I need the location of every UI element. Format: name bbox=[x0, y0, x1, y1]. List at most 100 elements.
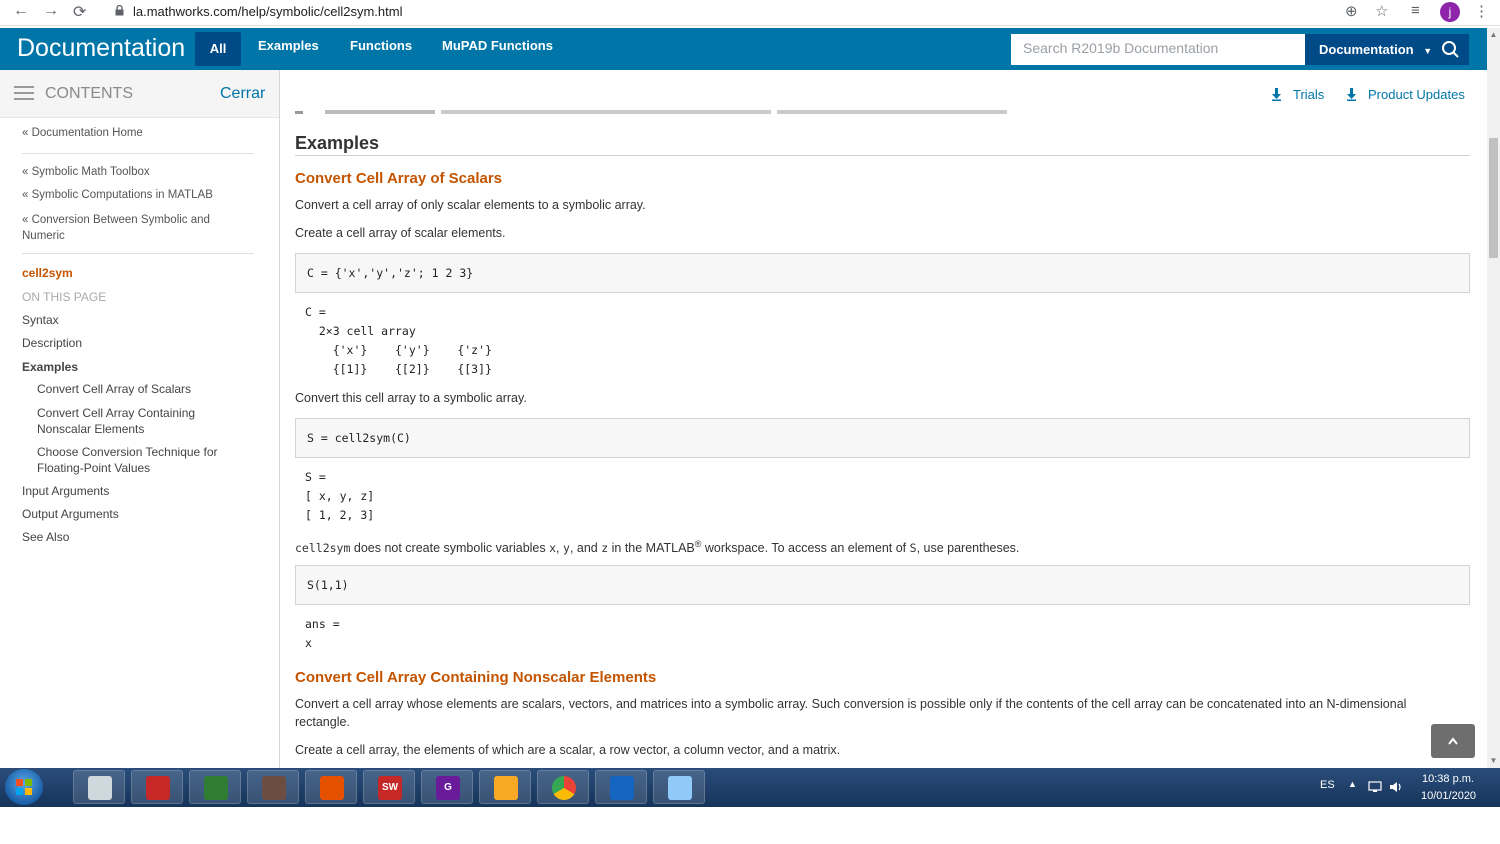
breadcrumb-symbolic-math-toolbox[interactable]: « Symbolic Math Toolbox bbox=[22, 166, 150, 178]
tab-examples[interactable]: Examples bbox=[258, 38, 319, 53]
page-scrollbar[interactable]: ▲ ▼ bbox=[1487, 28, 1500, 768]
on-this-page-label: ON THIS PAGE bbox=[22, 290, 107, 304]
documentation-brand[interactable]: Documentation bbox=[17, 34, 185, 63]
paragraph: Create a cell array of scalar elements. bbox=[295, 226, 506, 240]
inline-code: y bbox=[563, 541, 570, 556]
search-scope-dropdown[interactable]: Documentation ▼ bbox=[1305, 34, 1433, 65]
volume-icon[interactable] bbox=[1389, 781, 1403, 793]
scroll-down-icon[interactable]: ▼ bbox=[1489, 756, 1498, 765]
examples-heading: Examples bbox=[295, 133, 380, 153]
pdf-tool-icon: G bbox=[436, 776, 460, 800]
taskbar-app-matlab[interactable] bbox=[305, 770, 357, 804]
geogebra-icon bbox=[204, 776, 228, 800]
taskbar-app-chrome[interactable] bbox=[537, 770, 589, 804]
language-indicator[interactable]: ES bbox=[1320, 779, 1335, 791]
bookmark-star-icon[interactable]: ☆ bbox=[1375, 2, 1388, 20]
paint-tool-icon bbox=[262, 776, 286, 800]
forward-arrow-icon[interactable]: → bbox=[43, 2, 59, 20]
tab-all[interactable]: All bbox=[195, 32, 241, 66]
breadcrumb-symbolic-computations[interactable]: « Symbolic Computations in MATLAB bbox=[22, 189, 213, 201]
taskbar-app-autocad[interactable] bbox=[131, 770, 183, 804]
inline-text: , bbox=[556, 541, 563, 556]
hamburger-icon[interactable] bbox=[14, 86, 34, 100]
doc-header: Documentation All Examples Functions MuP… bbox=[0, 28, 1487, 70]
sidebar-item-examples[interactable]: Examples bbox=[22, 360, 78, 374]
tray-expand-icon[interactable]: ▲ bbox=[1348, 779, 1357, 789]
sidebar-item-syntax[interactable]: Syntax bbox=[22, 313, 59, 327]
inline-text: , use parentheses. bbox=[916, 541, 1020, 556]
autocad-icon bbox=[146, 776, 170, 800]
address-bar[interactable]: la.mathworks.com/help/symbolic/cell2sym.… bbox=[133, 4, 402, 19]
chevron-up-icon bbox=[1448, 737, 1458, 745]
section-title-scalars[interactable]: Convert Cell Array of Scalars bbox=[295, 170, 502, 187]
sidebar-item-input-arguments[interactable]: Input Arguments bbox=[22, 484, 109, 498]
tab-functions[interactable]: Functions bbox=[350, 38, 412, 53]
inline-code: x bbox=[549, 541, 557, 556]
file-explorer-icon bbox=[494, 776, 518, 800]
reload-icon[interactable]: ⟳ bbox=[73, 2, 86, 22]
taskbar-app-winrar[interactable] bbox=[595, 770, 647, 804]
browser-toolbar: ← → ⟳ la.mathworks.com/help/symbolic/cel… bbox=[0, 0, 1500, 26]
sidebar-subitem-nonscalar[interactable]: Convert Cell Array Containing Nonscalar … bbox=[37, 405, 227, 437]
taskbar-app-pdf-tool[interactable]: G bbox=[421, 770, 473, 804]
product-updates-label: Product Updates bbox=[1368, 87, 1465, 102]
code-block[interactable]: S = cell2sym(C) bbox=[295, 418, 1470, 458]
taskbar-app-notepad[interactable] bbox=[653, 770, 705, 804]
taskbar-app-paint-tool[interactable] bbox=[247, 770, 299, 804]
trials-label: Trials bbox=[1293, 87, 1325, 102]
clock-date[interactable]: 10/01/2020 bbox=[1421, 790, 1476, 802]
lock-icon[interactable] bbox=[115, 5, 124, 16]
sidebar: CONTENTS Cerrar « Documentation Home « S… bbox=[0, 70, 280, 768]
search-button[interactable] bbox=[1433, 34, 1469, 65]
winrar-icon bbox=[610, 776, 634, 800]
notepad-icon bbox=[668, 776, 692, 800]
matlab-icon bbox=[320, 776, 344, 800]
browser-menu-icon[interactable]: ⋮ bbox=[1474, 2, 1489, 20]
section-title-nonscalar[interactable]: Convert Cell Array Containing Nonscalar … bbox=[295, 669, 656, 686]
current-page-cell2sym[interactable]: cell2sym bbox=[22, 266, 73, 280]
product-updates-link[interactable]: Product Updates bbox=[1347, 87, 1465, 102]
start-button[interactable] bbox=[5, 769, 43, 805]
code-text: C = {'x','y','z'; 1 2 3} bbox=[307, 266, 474, 280]
profile-avatar[interactable]: j bbox=[1440, 2, 1460, 22]
settings-tool-icon bbox=[88, 776, 112, 800]
taskbar-app-solidworks[interactable]: SW bbox=[363, 770, 415, 804]
download-icon bbox=[1347, 88, 1356, 101]
back-to-top-button[interactable] bbox=[1431, 724, 1475, 758]
inline-code: S bbox=[909, 541, 917, 556]
code-output: S = [ x, y, z] [ 1, 2, 3] bbox=[305, 470, 375, 522]
code-block[interactable]: C = {'x','y','z'; 1 2 3} bbox=[295, 253, 1470, 293]
taskbar-app-geogebra[interactable] bbox=[189, 770, 241, 804]
scroll-up-icon[interactable]: ▲ bbox=[1489, 30, 1498, 39]
sidebar-item-output-arguments[interactable]: Output Arguments bbox=[22, 507, 119, 521]
inline-text: , and bbox=[569, 541, 602, 556]
close-contents-button[interactable]: Cerrar bbox=[220, 85, 265, 103]
sidebar-item-see-also[interactable]: See Also bbox=[22, 530, 69, 544]
network-icon[interactable] bbox=[1368, 781, 1382, 793]
zoom-icon[interactable]: ⊕ bbox=[1345, 2, 1358, 20]
inline-text: in the MATLAB bbox=[608, 541, 695, 556]
back-arrow-icon[interactable]: ← bbox=[13, 2, 29, 20]
paragraph: Convert a cell array whose elements are … bbox=[295, 697, 1407, 729]
taskbar-app-file-explorer[interactable] bbox=[479, 770, 531, 804]
search-icon bbox=[1442, 41, 1459, 58]
sidebar-subitem-floating-point[interactable]: Choose Conversion Technique for Floating… bbox=[37, 444, 247, 476]
code-text: S(1,1) bbox=[307, 578, 349, 592]
code-output: C = 2×3 cell array {'x'} {'y'} {'z'} {[1… bbox=[305, 305, 492, 376]
sidebar-item-description[interactable]: Description bbox=[22, 336, 82, 350]
inline-code[interactable]: cell2sym bbox=[295, 541, 350, 555]
heading-rule bbox=[295, 155, 1470, 156]
scrolled-off-text bbox=[295, 110, 1007, 114]
code-block[interactable]: S(1,1) bbox=[295, 565, 1470, 605]
search-input[interactable]: Search R2019b Documentation bbox=[1011, 34, 1305, 65]
tab-mupad-functions[interactable]: MuPAD Functions bbox=[442, 38, 553, 53]
taskbar-app-settings-tool[interactable] bbox=[73, 770, 125, 804]
documentation-home-link[interactable]: « Documentation Home bbox=[22, 127, 143, 139]
sidebar-subitem-scalars[interactable]: Convert Cell Array of Scalars bbox=[37, 382, 191, 396]
scrollbar-thumb[interactable] bbox=[1489, 138, 1498, 258]
media-queue-icon[interactable]: ≡ bbox=[1411, 2, 1420, 19]
download-icon bbox=[1272, 88, 1281, 101]
trials-link[interactable]: Trials bbox=[1272, 87, 1324, 102]
breadcrumb-conversion[interactable]: « Conversion Between Symbolic and Numeri… bbox=[22, 212, 222, 244]
clock-time[interactable]: 10:38 p.m. bbox=[1422, 773, 1474, 785]
